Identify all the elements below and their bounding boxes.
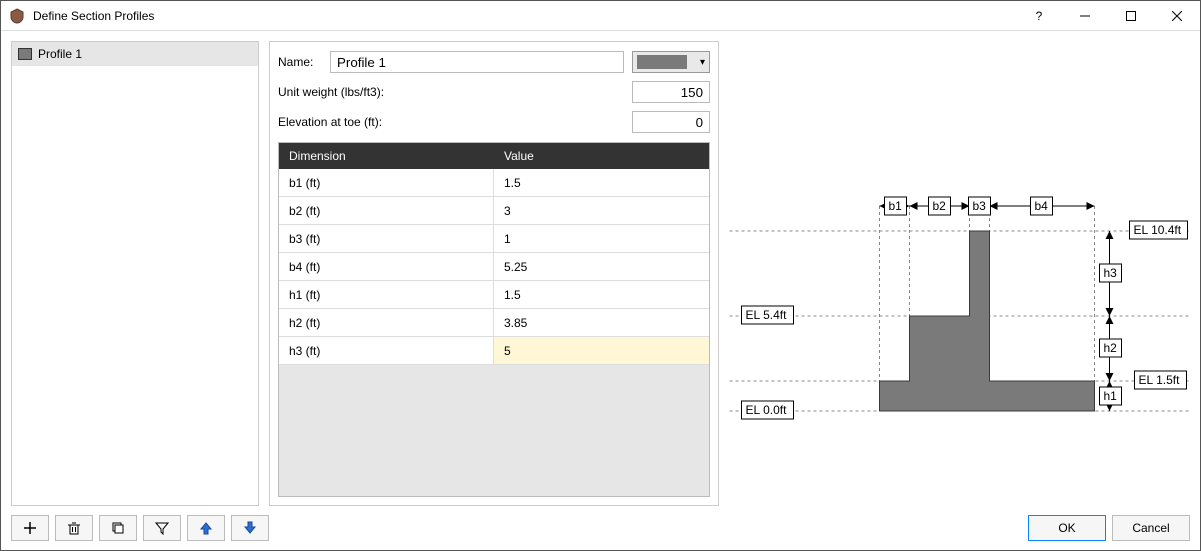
- svg-text:b3: b3: [973, 199, 987, 213]
- svg-text:h2: h2: [1104, 341, 1118, 355]
- dimensions-grid: Dimension Value b1 (ft)1.5b2 (ft)3b3 (ft…: [278, 142, 710, 497]
- elev-toe-row: Elevation at toe (ft):: [278, 108, 710, 136]
- profile-list-item[interactable]: Profile 1: [12, 42, 258, 66]
- window-title: Define Section Profiles: [33, 9, 1016, 23]
- cell-value[interactable]: 1.5: [494, 169, 709, 196]
- svg-text:h1: h1: [1104, 389, 1118, 403]
- help-button[interactable]: ?: [1016, 1, 1062, 31]
- svg-text:EL 0.0ft: EL 0.0ft: [746, 403, 788, 417]
- ok-button[interactable]: OK: [1028, 515, 1106, 541]
- col-header-dimension[interactable]: Dimension: [279, 143, 494, 169]
- minimize-button[interactable]: [1062, 1, 1108, 31]
- grid-row[interactable]: b1 (ft)1.5: [279, 169, 709, 197]
- plus-icon: [23, 521, 37, 535]
- cancel-button[interactable]: Cancel: [1112, 515, 1190, 541]
- elev-toe-input[interactable]: [632, 111, 710, 133]
- cell-dimension: b1 (ft): [279, 169, 494, 196]
- maximize-button[interactable]: [1108, 1, 1154, 31]
- grid-body: b1 (ft)1.5b2 (ft)3b3 (ft)1b4 (ft)5.25h1 …: [279, 169, 709, 365]
- arrow-up-icon: [199, 521, 213, 535]
- elev-toe-label: Elevation at toe (ft):: [278, 115, 624, 129]
- titlebar: Define Section Profiles ?: [1, 1, 1200, 31]
- profile-color-swatch: [18, 48, 32, 60]
- name-row: Name: ▾: [278, 48, 710, 76]
- svg-text:b4: b4: [1035, 199, 1049, 213]
- cell-dimension: b2 (ft): [279, 197, 494, 224]
- svg-text:EL 5.4ft: EL 5.4ft: [746, 308, 788, 322]
- dialog-window: Define Section Profiles ? Profile 1 Na: [0, 0, 1201, 551]
- grid-row[interactable]: b2 (ft)3: [279, 197, 709, 225]
- unit-weight-label: Unit weight (lbs/ft3):: [278, 85, 624, 99]
- cell-value[interactable]: 1: [494, 225, 709, 252]
- diagram-panel: b1 b2 b3 b4: [729, 41, 1190, 506]
- unit-weight-input[interactable]: [632, 81, 710, 103]
- move-down-button[interactable]: [231, 515, 269, 541]
- cell-dimension: b4 (ft): [279, 253, 494, 280]
- cell-dimension: b3 (ft): [279, 225, 494, 252]
- delete-button[interactable]: [55, 515, 93, 541]
- svg-text:EL 10.4ft: EL 10.4ft: [1134, 223, 1182, 237]
- close-button[interactable]: [1154, 1, 1200, 31]
- grid-row[interactable]: h2 (ft)3.85: [279, 309, 709, 337]
- unit-weight-row: Unit weight (lbs/ft3):: [278, 78, 710, 106]
- filter-button[interactable]: [143, 515, 181, 541]
- grid-row[interactable]: b3 (ft)1: [279, 225, 709, 253]
- trash-icon: [67, 521, 81, 535]
- svg-text:h3: h3: [1104, 266, 1118, 280]
- grid-row[interactable]: h3 (ft)5: [279, 337, 709, 365]
- move-up-button[interactable]: [187, 515, 225, 541]
- dialog-body: Profile 1 Name: ▾ Unit weight (lbs/ft3):: [1, 31, 1200, 550]
- cell-value[interactable]: 5: [494, 337, 709, 364]
- cell-dimension: h2 (ft): [279, 309, 494, 336]
- arrow-down-icon: [243, 521, 257, 535]
- name-label: Name:: [278, 55, 322, 69]
- cell-value[interactable]: 3.85: [494, 309, 709, 336]
- section-diagram: b1 b2 b3 b4: [729, 41, 1190, 501]
- app-icon: [9, 8, 25, 24]
- svg-text:b1: b1: [889, 199, 903, 213]
- copy-button[interactable]: [99, 515, 137, 541]
- col-header-value[interactable]: Value: [494, 143, 709, 169]
- grid-row[interactable]: h1 (ft)1.5: [279, 281, 709, 309]
- copy-icon: [111, 521, 125, 535]
- cell-dimension: h1 (ft): [279, 281, 494, 308]
- profiles-list[interactable]: Profile 1: [11, 41, 259, 506]
- cell-value[interactable]: 1.5: [494, 281, 709, 308]
- grid-row[interactable]: b4 (ft)5.25: [279, 253, 709, 281]
- color-select[interactable]: ▾: [632, 51, 710, 73]
- name-input[interactable]: [330, 51, 624, 73]
- profile-name-label: Profile 1: [38, 47, 82, 61]
- footer-toolbar: OK Cancel: [1, 506, 1200, 550]
- content-area: Profile 1 Name: ▾ Unit weight (lbs/ft3):: [1, 31, 1200, 506]
- properties-panel: Name: ▾ Unit weight (lbs/ft3): Elevation…: [269, 41, 719, 506]
- cell-value[interactable]: 3: [494, 197, 709, 224]
- filter-icon: [155, 521, 169, 535]
- cell-dimension: h3 (ft): [279, 337, 494, 364]
- color-swatch: [637, 55, 687, 69]
- add-button[interactable]: [11, 515, 49, 541]
- svg-text:b2: b2: [933, 199, 947, 213]
- grid-header: Dimension Value: [279, 143, 709, 169]
- svg-text:EL 1.5ft: EL 1.5ft: [1139, 373, 1181, 387]
- cell-value[interactable]: 5.25: [494, 253, 709, 280]
- chevron-down-icon: ▾: [700, 57, 705, 68]
